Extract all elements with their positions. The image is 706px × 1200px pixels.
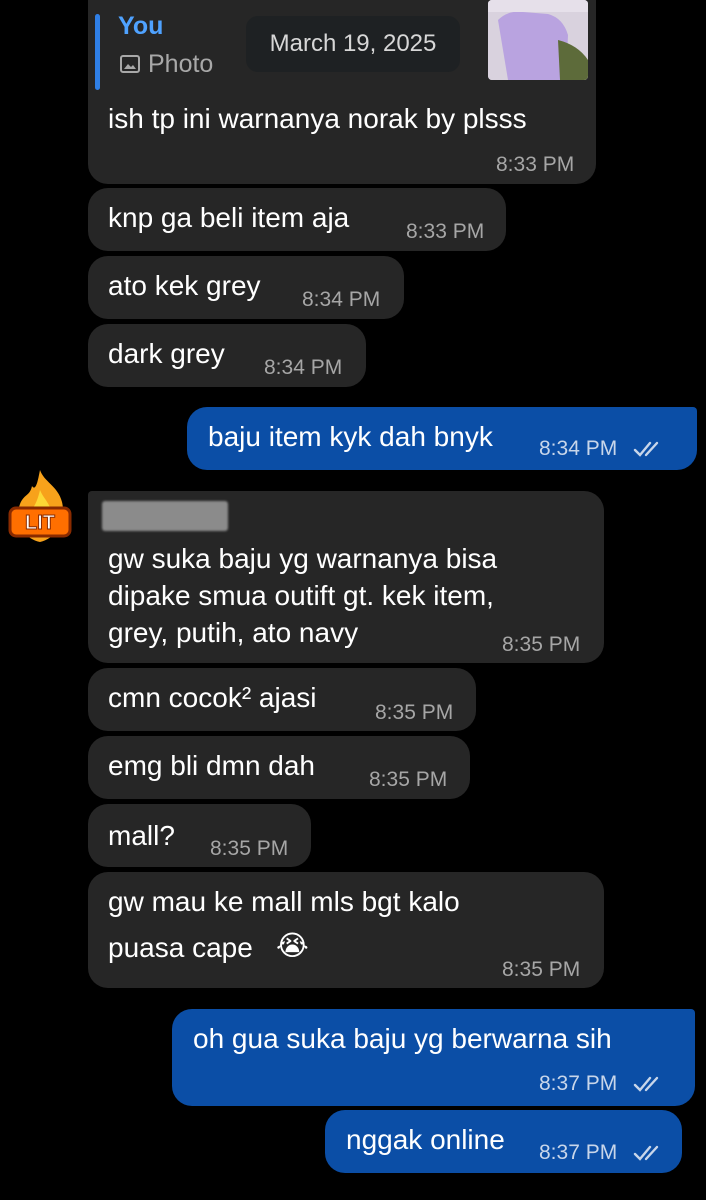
message-bubble-incoming[interactable]: ato kek grey 8:34 PM (88, 256, 404, 319)
message-bubble-outgoing[interactable]: oh gua suka baju yg berwarna sih 8:37 PM (172, 1009, 695, 1106)
message-text: oh gua suka baju yg berwarna sih (193, 1023, 612, 1054)
message-text: cmn cocok² ajasi (108, 682, 317, 713)
reply-accent-bar (95, 14, 100, 90)
message-bubble-incoming[interactable]: cmn cocok² ajasi 8:35 PM (88, 668, 476, 731)
message-line: grey, putih, ato navy (108, 617, 359, 648)
sticker-text: LIT (25, 512, 55, 534)
message-bubble-outgoing[interactable]: baju item kyk dah bnyk 8:34 PM (187, 407, 697, 470)
message-bubble-incoming[interactable]: dark grey 8:34 PM (88, 324, 366, 387)
message-time: 8:34 PM (539, 437, 618, 460)
message-bubble-incoming[interactable]: gw mau ke mall mls bgt kalo puasa cape 😭… (88, 872, 604, 988)
message-time: 8:35 PM (375, 701, 454, 724)
message-line: puasa cape (108, 932, 253, 963)
reply-type-label: Photo (148, 50, 214, 78)
message-text: ish tp ini warnanya norak by plsss (108, 103, 527, 134)
message-bubble-incoming[interactable]: emg bli dmn dah 8:35 PM (88, 736, 470, 799)
reply-sender: You (118, 12, 164, 40)
date-chip: March 19, 2025 (246, 16, 460, 72)
message-text: emg bli dmn dah (108, 750, 316, 781)
message-line: gw suka baju yg warnanya bisa (108, 543, 498, 574)
reply-photo-thumbnail[interactable] (488, 0, 588, 80)
message-text: baju item kyk dah bnyk (208, 421, 493, 452)
message-text: knp ga beli item aja (108, 202, 350, 233)
message-time: 8:35 PM (502, 958, 581, 981)
message-text: dark grey (108, 338, 225, 369)
double-check-icon (633, 1076, 659, 1092)
message-time: 8:35 PM (210, 837, 289, 860)
message-time: 8:34 PM (302, 288, 381, 311)
photo-icon (120, 55, 140, 73)
message-time: 8:33 PM (496, 153, 575, 176)
message-time: 8:35 PM (369, 768, 448, 791)
message-bubble-outgoing[interactable]: nggak online 8:37 PM (325, 1110, 682, 1173)
message-line: gw mau ke mall mls bgt kalo (108, 886, 460, 917)
message-bubble-incoming[interactable]: knp ga beli item aja 8:33 PM (88, 188, 506, 251)
message-time: 8:37 PM (539, 1141, 618, 1164)
message-time: 8:34 PM (264, 356, 343, 379)
message-text: nggak online (346, 1124, 505, 1155)
fire-lit-sticker: LIT (8, 470, 72, 542)
message-time: 8:37 PM (539, 1072, 618, 1095)
message-time: 8:33 PM (406, 220, 485, 243)
sender-name-redacted (102, 501, 228, 531)
message-text: mall? (108, 820, 175, 851)
message-time: 8:35 PM (502, 633, 581, 656)
message-line: dipake smua outift gt. kek item, (108, 580, 494, 611)
message-text: ato kek grey (108, 270, 261, 301)
double-check-icon (633, 441, 659, 457)
crying-face-emoji: 😭 (276, 929, 309, 962)
double-check-icon (633, 1145, 659, 1161)
message-bubble-incoming[interactable]: mall? 8:35 PM (88, 804, 311, 867)
message-bubble-incoming[interactable]: gw suka baju yg warnanya bisa dipake smu… (88, 491, 604, 663)
